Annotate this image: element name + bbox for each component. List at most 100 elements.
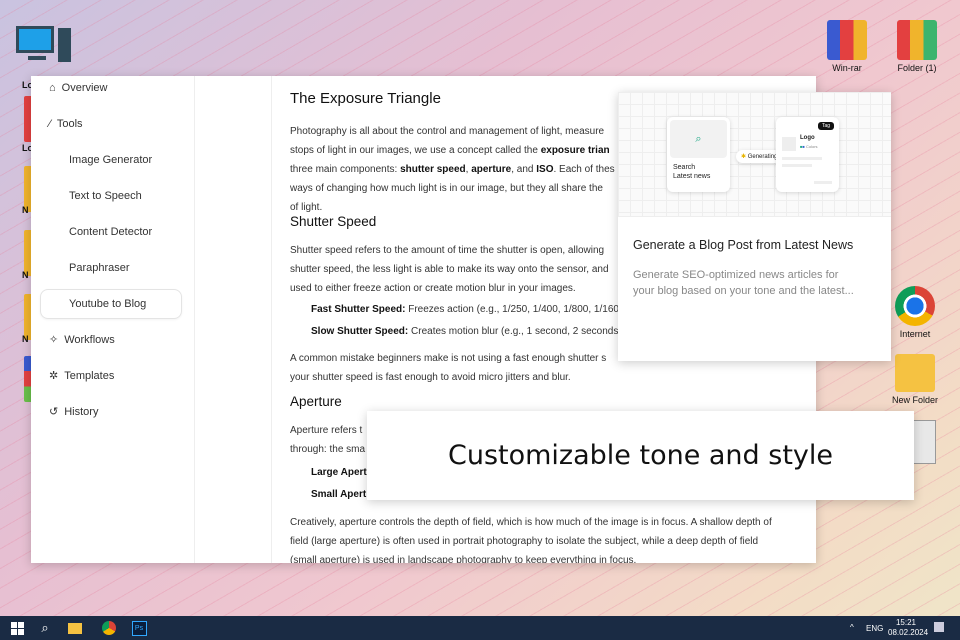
- template-card[interactable]: ⌕ Search Latest news ✱ Generating Tag Log…: [618, 92, 891, 361]
- sidebar-item-overview[interactable]: ⌂ Overview: [49, 82, 108, 94]
- bold-text: Large Apert: [311, 467, 367, 478]
- folder-icon: [895, 354, 935, 392]
- sidebar-item-image-generator[interactable]: Image Generator: [69, 154, 152, 166]
- nav-label: Text to Speech: [69, 190, 142, 202]
- chrome-icon: [895, 286, 935, 326]
- sidebar-item-templates[interactable]: ✲ Templates: [49, 369, 115, 383]
- icon-label: Win-rar: [832, 63, 862, 73]
- bold-text: Slow Shutter Speed:: [311, 326, 409, 337]
- text-line: Creatively, aperture controls the depth …: [290, 517, 772, 528]
- time: 15:21: [895, 618, 917, 627]
- photoshop-icon[interactable]: Ps: [130, 619, 148, 637]
- taskbar: ⌕ Ps ^ ENG 15:21 08.02.2024: [0, 616, 960, 640]
- winrar-icon: [827, 20, 867, 60]
- text: Search: [673, 164, 696, 171]
- icon-label: Folder (1): [897, 63, 937, 73]
- card-illustration: ⌕ Search Latest news ✱ Generating Tag Log…: [618, 92, 891, 217]
- bold-text: shutter speed: [400, 164, 466, 175]
- text-line: field (large aperture) is often used in …: [290, 536, 759, 547]
- text-line: ways of changing how much light is in ou…: [290, 183, 603, 194]
- nav-label: Paraphraser: [69, 262, 130, 274]
- search-icon: ⌕: [670, 120, 727, 158]
- text-line: A common mistake beginners make is not u…: [290, 353, 607, 364]
- text: Logo: [800, 135, 815, 141]
- bold-text: aperture: [471, 164, 512, 175]
- text: Latest news: [673, 173, 711, 180]
- shutter-paragraph: Shutter speed refers to the amount of ti…: [290, 241, 609, 298]
- text-line: your shutter speed is fast enough to avo…: [290, 372, 571, 383]
- text: Creates motion blur (e.g., 1 second, 2 s…: [408, 326, 619, 337]
- nav-label: Tools: [56, 118, 83, 130]
- desktop-label: N: [22, 270, 29, 280]
- tray-chevron-icon[interactable]: ^: [850, 623, 854, 632]
- magic-wand-icon: ⁄: [49, 118, 51, 130]
- text-line: Generate SEO-optimized news articles for: [633, 269, 839, 281]
- text-line: through: the sma: [290, 444, 366, 455]
- file-explorer-icon[interactable]: [66, 619, 84, 637]
- recycle-bin-icon[interactable]: [912, 420, 936, 464]
- text: Freezes action (e.g., 1/250, 1/400, 1/80…: [405, 304, 619, 315]
- folder1-shortcut[interactable]: Folder (1): [882, 20, 952, 73]
- aperture-paragraph: Aperture refers t through: the sma: [290, 421, 365, 459]
- text-line: Shutter speed refers to the amount of ti…: [290, 245, 605, 256]
- sidebar-item-tools[interactable]: ⁄ Tools: [49, 118, 83, 130]
- nav-label: Image Generator: [69, 154, 153, 166]
- desktop-label: N: [22, 334, 29, 344]
- notifications-icon[interactable]: [934, 622, 944, 632]
- templates-icon: ✲: [49, 370, 59, 382]
- sidebar-item-workflows[interactable]: ✧ Workflows: [49, 333, 115, 347]
- intro-paragraph: Photography is all about the control and…: [290, 122, 615, 217]
- card-title: Generate a Blog Post from Latest News: [633, 238, 854, 252]
- language-indicator[interactable]: ENG: [866, 624, 883, 633]
- feature-banner: Customizable tone and style: [367, 411, 914, 500]
- sidebar-item-youtube-to-blog[interactable]: Youtube to Blog: [40, 289, 182, 319]
- bold-text: Small Apert: [311, 489, 367, 500]
- nav-label: Templates: [64, 369, 115, 382]
- text-line: used to either freeze action or create m…: [290, 283, 576, 294]
- chrome-icon[interactable]: [100, 619, 118, 637]
- history-icon: ↺: [49, 406, 59, 418]
- slow-shutter-item: Slow Shutter Speed: Creates motion blur …: [311, 322, 618, 341]
- date: 08.02.2024: [888, 628, 929, 637]
- bold-text: Fast Shutter Speed:: [311, 304, 406, 315]
- text-line: shutter speed, the less light is able to…: [290, 264, 609, 275]
- binders-icon: [897, 20, 937, 60]
- sidebar-item-history[interactable]: ↺ History: [49, 405, 98, 419]
- article-title: The Exposure Triangle: [290, 90, 441, 107]
- icon-label: Internet: [899, 329, 931, 339]
- text: , and: [511, 164, 537, 175]
- desktop-label: N: [22, 205, 29, 215]
- mistake-paragraph: A common mistake beginners make is not u…: [290, 349, 606, 387]
- bold-text: exposure trian: [540, 145, 610, 156]
- winrar-shortcut[interactable]: Win-rar: [812, 20, 882, 73]
- home-icon: ⌂: [49, 82, 56, 94]
- blog-mini-card: Tag Logo ■■ Colors: [776, 117, 839, 192]
- search-mini-card: ⌕ Search Latest news: [667, 117, 730, 192]
- new-folder-shortcut[interactable]: New Folder: [880, 354, 950, 405]
- text-line: Photography is all about the control and…: [290, 126, 605, 137]
- text: . Each of thes: [553, 164, 615, 175]
- divider: [271, 76, 272, 563]
- icon-label: New Folder: [891, 395, 938, 405]
- fast-shutter-item: Fast Shutter Speed: Freezes action (e.g.…: [311, 300, 619, 319]
- sidebar-item-paraphraser[interactable]: Paraphraser: [69, 262, 130, 274]
- creative-paragraph: Creatively, aperture controls the depth …: [290, 513, 772, 563]
- heading-shutter-speed: Shutter Speed: [290, 214, 377, 229]
- start-button[interactable]: [8, 619, 26, 637]
- text: three main components:: [290, 164, 401, 175]
- text-line: your blog based on your tone and the lat…: [633, 285, 854, 297]
- bold-text: ISO: [536, 164, 554, 175]
- small-aperture-item: Small Apert: [311, 485, 366, 504]
- computer-icon[interactable]: [16, 26, 76, 76]
- text-line: (small aperture) is used in landscape ph…: [290, 555, 637, 563]
- nav-label: Overview: [61, 82, 108, 94]
- text: stops of light in our images, we use a c…: [290, 145, 541, 156]
- search-icon[interactable]: ⌕: [36, 619, 54, 637]
- sidebar-item-content-detector[interactable]: Content Detector: [69, 226, 152, 238]
- sidebar-item-text-to-speech[interactable]: Text to Speech: [69, 190, 142, 202]
- heading-aperture: Aperture: [290, 394, 342, 409]
- sidebar: ⌂ Overview ⁄ Tools Image Generator Text to…: [31, 76, 195, 563]
- clock[interactable]: 15:21 08.02.2024: [888, 618, 929, 638]
- large-aperture-item: Large Apert: [311, 463, 367, 482]
- tag-badge: Tag: [817, 122, 834, 130]
